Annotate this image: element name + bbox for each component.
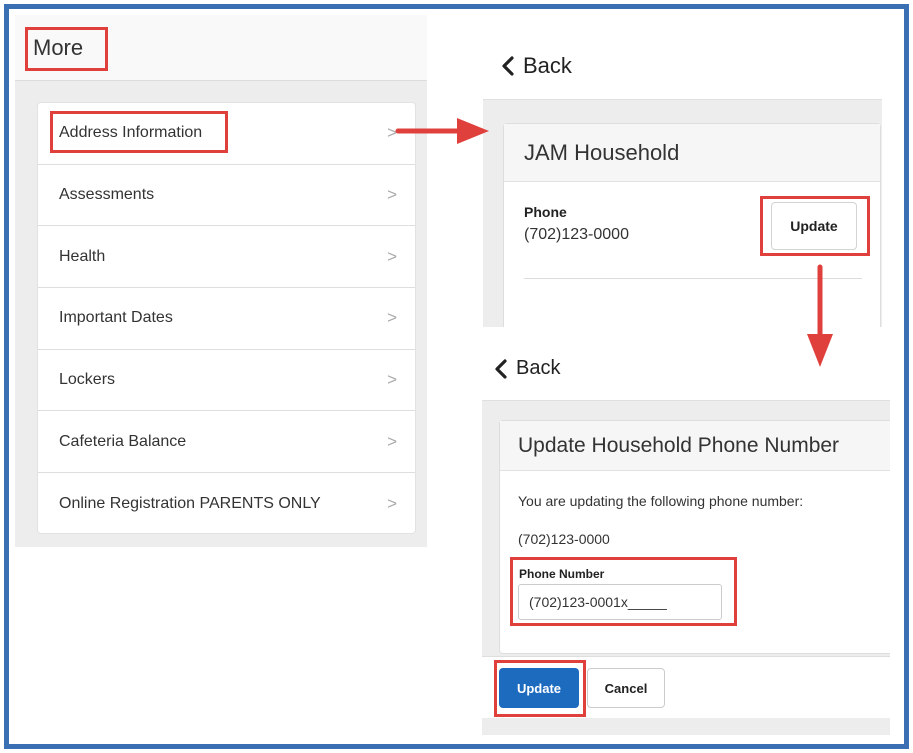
menu-item-label: Cafeteria Balance — [59, 432, 187, 450]
menu-item-label: Address Information — [59, 124, 203, 142]
current-phone-number: (702)123-0000 — [518, 531, 610, 547]
arrow-icon — [807, 264, 833, 367]
phone-number-input[interactable] — [518, 584, 722, 620]
menu-item-label: Important Dates — [59, 309, 173, 327]
chevron-right-icon: > — [387, 493, 397, 513]
menu-item-online-registration[interactable]: Online Registration PARENTS ONLY > — [38, 473, 415, 533]
menu-item-label: Health — [59, 247, 106, 265]
menu-item-label: Lockers — [59, 371, 116, 389]
back-bar: Back — [483, 35, 882, 100]
chevron-right-icon: > — [387, 308, 397, 328]
chevron-right-icon: > — [387, 370, 397, 390]
menu-item-label: Online Registration PARENTS ONLY — [59, 494, 321, 512]
menu-item-address-information[interactable]: Address Information > — [38, 103, 415, 165]
update-phone-button[interactable]: Update — [771, 202, 857, 250]
chevron-left-icon — [495, 358, 507, 379]
back-label: Back — [523, 53, 572, 78]
action-bar: Update Cancel — [482, 656, 890, 718]
chevron-right-icon: > — [387, 246, 397, 266]
cancel-button[interactable]: Cancel — [587, 668, 665, 708]
arrow-icon — [395, 118, 489, 144]
back-button[interactable]: Back — [494, 357, 560, 380]
menu-item-cafeteria-balance[interactable]: Cafeteria Balance > — [38, 411, 415, 474]
update-phone-card: Update Household Phone Number You are up… — [499, 420, 890, 654]
more-menu-list: Address Information > Assessments > Heal… — [37, 102, 416, 534]
panel-footer — [482, 718, 890, 735]
update-phone-title: Update Household Phone Number — [500, 421, 890, 471]
menu-item-important-dates[interactable]: Important Dates > — [38, 288, 415, 350]
phone-value: (702)123-0000 — [524, 226, 629, 243]
chevron-right-icon: > — [387, 185, 397, 205]
back-label: Back — [516, 357, 561, 379]
menu-item-lockers[interactable]: Lockers > — [38, 350, 415, 412]
update-button[interactable]: Update — [499, 668, 579, 708]
update-phone-panel: Back Update Household Phone Number You a… — [482, 340, 890, 735]
menu-item-label: Assessments — [59, 186, 155, 204]
menu-item-assessments[interactable]: Assessments > — [38, 165, 415, 227]
chevron-right-icon: > — [387, 431, 397, 451]
household-title: JAM Household — [504, 124, 880, 182]
chevron-left-icon — [502, 56, 514, 76]
page-title: More — [33, 35, 84, 60]
back-button[interactable]: Back — [501, 53, 572, 79]
more-panel: More Address Information > Assessments >… — [15, 15, 427, 547]
menu-item-health[interactable]: Health > — [38, 226, 415, 289]
phone-number-label: Phone Number — [519, 567, 605, 581]
update-description: You are updating the following phone num… — [518, 493, 804, 509]
more-header: More — [15, 15, 427, 81]
phone-label: Phone — [524, 204, 567, 220]
